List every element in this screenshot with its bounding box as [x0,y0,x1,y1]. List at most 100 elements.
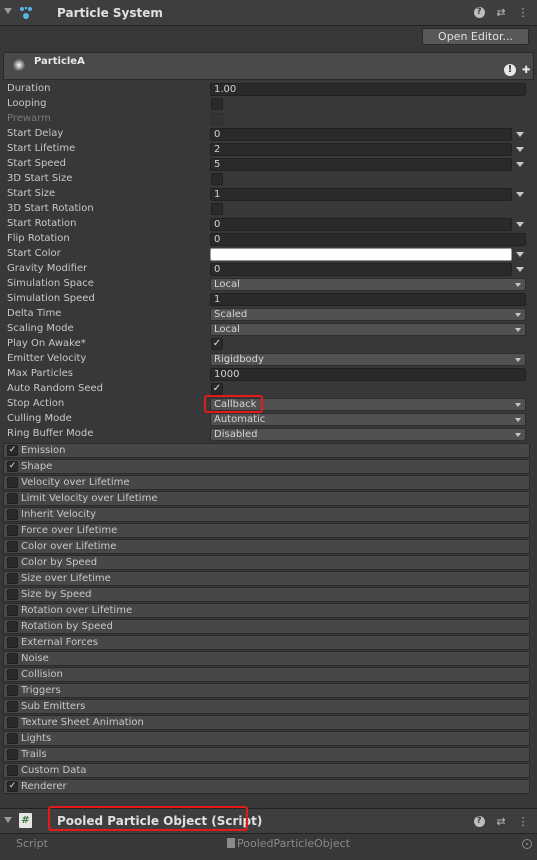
module-checkbox[interactable] [7,477,18,488]
module-checkbox[interactable] [7,685,18,696]
script-field[interactable]: PooledParticleObject [227,837,532,852]
prop-culling-mode: Culling Mode Automatic [0,412,537,427]
module-checkbox[interactable] [7,541,18,552]
module-rotation-by-speed[interactable]: Rotation by Speed [3,619,530,634]
module-trails[interactable]: Trails [3,747,530,762]
module-checkbox[interactable] [7,637,18,648]
prop-label: Start Speed [7,158,66,169]
module-velocity-over-lifetime[interactable]: Velocity over Lifetime [3,475,530,490]
particle-system-header[interactable]: Particle System ? ⇄ ⋮ [0,0,537,26]
module-checkbox[interactable] [7,765,18,776]
module-size-over-lifetime[interactable]: Size over Lifetime [3,571,530,586]
prop-3d-start-size: 3D Start Size [0,172,537,187]
module-checkbox[interactable] [7,557,18,568]
help-icon[interactable]: ? [473,6,485,18]
foldout-arrow-icon[interactable] [4,817,12,823]
prop-flip-rotation: Flip Rotation 0 [0,232,537,247]
module-checkbox[interactable] [7,717,18,728]
module-limit-velocity-over-lifetime[interactable]: Limit Velocity over Lifetime [3,491,530,506]
module-color-by-speed[interactable]: Color by Speed [3,555,530,570]
particle-system-name: ParticleA [34,56,85,67]
module-texture-sheet-animation[interactable]: Texture Sheet Animation [3,715,530,730]
open-editor-button[interactable]: Open Editor... [422,28,529,45]
start-delay-field[interactable]: 0 [210,128,512,141]
curve-mode-dropdown-icon[interactable] [516,267,524,272]
module-checkbox[interactable] [7,621,18,632]
preset-icon[interactable]: ⇄ [495,815,507,828]
object-picker-icon[interactable] [522,839,532,849]
3d-start-size-checkbox[interactable] [211,173,223,185]
start-color-swatch[interactable] [210,248,512,261]
ring-buffer-mode-dropdown[interactable]: Disabled [210,428,526,441]
looping-checkbox[interactable] [211,98,223,110]
3d-start-rotation-checkbox[interactable] [211,203,223,215]
module-sub-emitters[interactable]: Sub Emitters [3,699,530,714]
duration-field[interactable]: 1.00 [210,83,526,96]
module-shape[interactable]: ✓ Shape [3,459,530,474]
auto-random-seed-checkbox[interactable]: ✓ [211,383,223,395]
curve-mode-dropdown-icon[interactable] [516,162,524,167]
kebab-menu-icon[interactable]: ⋮ [517,815,529,828]
module-emission[interactable]: ✓ Emission [3,443,530,458]
module-checkbox[interactable]: ✓ [7,461,18,472]
start-lifetime-field[interactable]: 2 [210,143,512,156]
scaling-mode-dropdown[interactable]: Local [210,323,526,336]
module-rotation-over-lifetime[interactable]: Rotation over Lifetime [3,603,530,618]
delta-time-dropdown[interactable]: Scaled [210,308,526,321]
module-checkbox[interactable] [7,605,18,616]
color-mode-dropdown-icon[interactable] [516,252,524,257]
module-checkbox[interactable] [7,749,18,760]
module-lights[interactable]: Lights [3,731,530,746]
culling-mode-dropdown[interactable]: Automatic [210,413,526,426]
prop-label: Emitter Velocity [7,353,87,364]
module-checkbox[interactable] [7,733,18,744]
module-size-by-speed[interactable]: Size by Speed [3,587,530,602]
simulation-space-dropdown[interactable]: Local [210,278,526,291]
prop-label: Simulation Space [7,278,94,289]
max-particles-field[interactable]: 1000 [210,368,526,381]
module-checkbox[interactable] [7,589,18,600]
preset-icon[interactable]: ⇄ [495,6,507,19]
prop-start-speed: Start Speed 5 [0,157,537,172]
particle-system-main-module[interactable]: ParticleA ! ✚ [3,52,534,80]
module-checkbox[interactable] [7,573,18,584]
gravity-modifier-field[interactable]: 0 [210,263,512,276]
module-checkbox[interactable] [7,509,18,520]
module-external-forces[interactable]: External Forces [3,635,530,650]
module-checkbox[interactable]: ✓ [7,781,18,792]
callback-highlight-box [204,395,263,413]
curve-mode-dropdown-icon[interactable] [516,132,524,137]
module-noise[interactable]: Noise [3,651,530,666]
module-checkbox[interactable] [7,493,18,504]
script-label: Script [16,837,48,850]
start-rotation-field[interactable]: 0 [210,218,512,231]
kebab-menu-icon[interactable]: ⋮ [517,6,529,19]
module-triggers[interactable]: Triggers [3,683,530,698]
module-checkbox[interactable] [7,653,18,664]
module-checkbox[interactable] [7,701,18,712]
module-color-over-lifetime[interactable]: Color over Lifetime [3,539,530,554]
module-custom-data[interactable]: Custom Data [3,763,530,778]
warning-icon[interactable]: ! [504,64,516,76]
module-checkbox[interactable] [7,525,18,536]
module-checkbox[interactable]: ✓ [7,445,18,456]
prop-3d-start-rotation: 3D Start Rotation [0,202,537,217]
module-renderer[interactable]: ✓ Renderer [3,779,530,794]
start-speed-field[interactable]: 5 [210,158,512,171]
simulation-speed-field[interactable]: 1 [210,293,526,306]
start-size-field[interactable]: 1 [210,188,512,201]
foldout-arrow-icon[interactable] [4,8,12,14]
curve-mode-dropdown-icon[interactable] [516,192,524,197]
module-inherit-velocity[interactable]: Inherit Velocity [3,507,530,522]
add-icon[interactable]: ✚ [522,65,530,76]
module-checkbox[interactable] [7,669,18,680]
module-collision[interactable]: Collision [3,667,530,682]
help-icon[interactable]: ? [473,815,485,827]
module-label: Shape [21,461,53,472]
module-force-over-lifetime[interactable]: Force over Lifetime [3,523,530,538]
play-on-awake-checkbox[interactable]: ✓ [211,338,223,350]
curve-mode-dropdown-icon[interactable] [516,147,524,152]
flip-rotation-field[interactable]: 0 [210,233,526,246]
curve-mode-dropdown-icon[interactable] [516,222,524,227]
emitter-velocity-dropdown[interactable]: Rigidbody [210,353,526,366]
